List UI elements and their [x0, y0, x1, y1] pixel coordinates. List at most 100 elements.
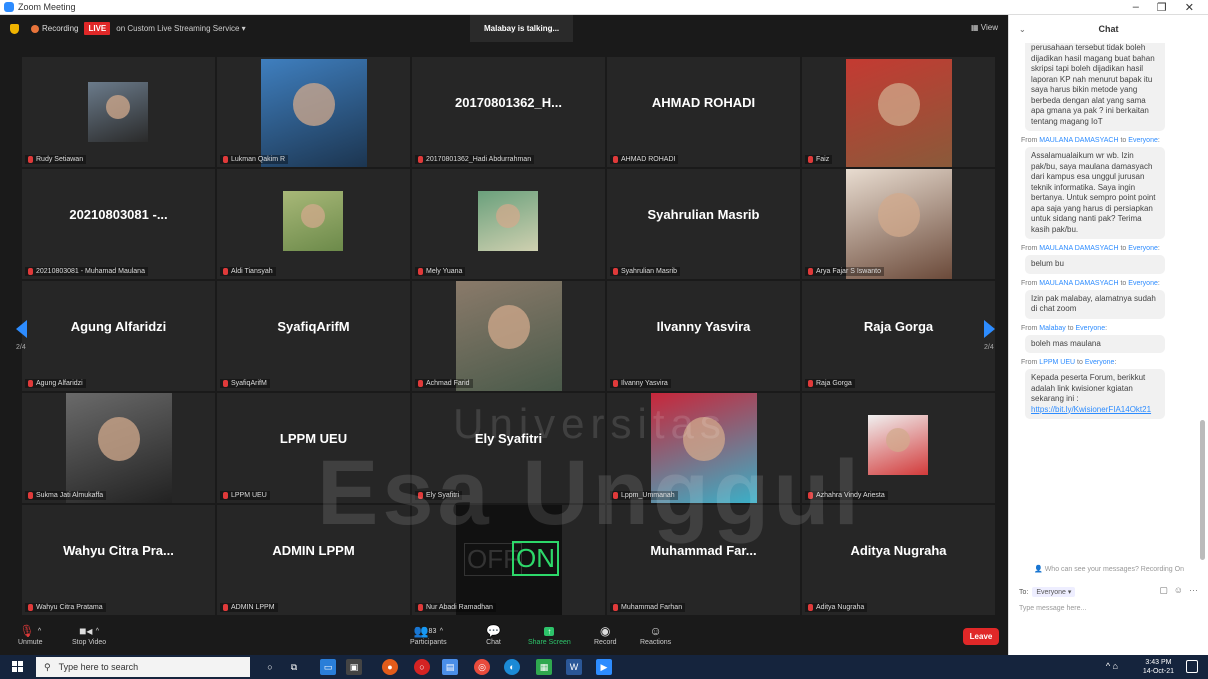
muted-mic-icon: 🎙 — [19, 624, 35, 638]
participant-tile[interactable]: Raja Gorga Raja Gorga — [802, 281, 995, 391]
cortana-icon[interactable]: ○ — [262, 659, 278, 675]
close-icon[interactable]: ✕ — [1185, 1, 1194, 14]
participant-tile[interactable]: AHMAD ROHADI AHMAD ROHADI — [607, 57, 800, 167]
participant-tile[interactable]: Agung Alfaridzi Agung Alfaridzi — [22, 281, 215, 391]
zoom-taskbar-icon[interactable]: ▶ — [596, 659, 612, 675]
participant-tile[interactable]: LPPM UEU LPPM UEU — [217, 393, 410, 503]
participant-tile[interactable]: Syahrulian Masrib Syahrulian Masrib — [607, 169, 800, 279]
recipient-dropdown[interactable]: Everyone ▾ — [1032, 587, 1076, 597]
maximize-icon[interactable]: ❐ — [1157, 1, 1167, 14]
chat-messages: perusahaan tersebut tidak boleh dijadika… — [1009, 43, 1201, 575]
participant-tile[interactable]: Lppm_Ummanah — [607, 393, 800, 503]
participant-tile[interactable]: SyafiqArifM SyafiqArifM — [217, 281, 410, 391]
windows-start-icon[interactable] — [12, 661, 24, 673]
participant-tile[interactable]: Aldi Tiansyah — [217, 169, 410, 279]
file-explorer-icon[interactable]: ▭ — [320, 659, 336, 675]
participant-name-label: Achmad Farid — [415, 379, 473, 388]
record-button[interactable]: ◉ Record — [594, 623, 617, 646]
participant-tile[interactable]: 20170801362_H... 20170801362_Hadi Abdurra… — [412, 57, 605, 167]
muted-mic-icon — [28, 492, 33, 499]
chat-message-sender: From LPPM UEU to Everyone: — [1021, 359, 1117, 366]
participant-tile[interactable]: Muhammad Far... Muhammad Farhan — [607, 505, 800, 615]
chat-header: ⌄ Chat — [1009, 15, 1208, 43]
participant-tile[interactable]: Rudy Setiawan — [22, 57, 215, 167]
chevron-down-icon[interactable]: ⌄ — [1019, 25, 1026, 34]
taskbar-clock[interactable]: 3:43 PM 14-Oct-21 — [1143, 658, 1174, 676]
view-button[interactable]: ▦ View — [971, 23, 998, 32]
record-icon: ◉ — [600, 624, 611, 638]
participant-tile[interactable]: Faiz — [802, 57, 995, 167]
participant-tile[interactable]: Aditya Nugraha Aditya Nugraha — [802, 505, 995, 615]
participant-tile[interactable]: Sukma Jati Almukaffa — [22, 393, 215, 503]
chat-message-sender: From MAULANA DAMASYACH to Everyone: — [1021, 245, 1160, 252]
muted-mic-icon — [808, 604, 813, 611]
chat-input[interactable]: Type message here... — [1019, 605, 1086, 612]
participant-name-label: Lukman Qakim R — [220, 155, 289, 164]
leave-button[interactable]: Leave — [963, 628, 999, 645]
participant-video: OFF ON — [456, 505, 562, 615]
share-screen-button[interactable]: ↑ Share Screen — [528, 623, 571, 646]
muted-mic-icon — [223, 268, 228, 275]
participants-button[interactable]: 👥 83 ^ Participants — [410, 623, 447, 646]
firefox-icon[interactable]: ● — [382, 659, 398, 675]
chat-link[interactable]: https://bit.ly/KwisionerFIA14Okt21 — [1031, 405, 1151, 414]
notification-icon[interactable] — [1186, 660, 1198, 673]
who-can-see-link[interactable]: 👤 Who can see your messages? Recording O… — [1009, 565, 1208, 573]
participant-tile[interactable]: Lukman Qakim R — [217, 57, 410, 167]
participant-tile[interactable]: OFF ON Nur Abadi Ramadhan — [412, 505, 605, 615]
participant-tile[interactable]: ADMIN LPPM ADMIN LPPM — [217, 505, 410, 615]
stop-video-button[interactable]: ■◂ ^ Stop Video — [72, 623, 106, 646]
meeting-top-bar: Recording LIVE on Custom Live Streaming … — [0, 15, 1008, 42]
file-icon[interactable]: ▢ — [1159, 585, 1168, 596]
participant-tile[interactable]: 20210803081 -... 20210803081 - Muhamad Ma… — [22, 169, 215, 279]
live-stream-dropdown[interactable]: on Custom Live Streaming Service ▾ — [116, 24, 245, 33]
participant-tile[interactable]: Ely Syafitri Ely Syafitri — [412, 393, 605, 503]
app-icon[interactable]: ▣ — [346, 659, 362, 675]
participant-tile[interactable]: Mely Yuana — [412, 169, 605, 279]
muted-mic-icon — [808, 156, 813, 163]
previous-page-button[interactable]: 2/4 — [16, 320, 32, 360]
opera-icon[interactable]: ○ — [414, 659, 430, 675]
chrome-icon[interactable]: ◎ — [474, 659, 490, 675]
chat-panel: ⌄ Chat perusahaan tersebut tidak boleh d… — [1008, 15, 1208, 655]
taskbar-search-input[interactable]: ⚲ Type here to search — [36, 657, 250, 677]
spreadsheet-icon[interactable]: ▦ — [536, 659, 552, 675]
participant-display-name: 20170801362_H... — [455, 95, 562, 110]
participant-tile[interactable]: Azhahra Vindy Ariesta — [802, 393, 995, 503]
files-icon[interactable]: ▤ — [442, 659, 458, 675]
emoji-icon[interactable]: ☺ — [1174, 585, 1183, 596]
more-icon[interactable]: ··· — [1189, 585, 1198, 596]
participant-tile[interactable]: Wahyu Citra Pra... Wahyu Citra Pratama — [22, 505, 215, 615]
participant-display-name: AHMAD ROHADI — [651, 95, 756, 110]
chat-button[interactable]: 💬 Chat — [486, 623, 501, 646]
participant-display-name: LPPM UEU — [279, 431, 348, 446]
security-shield-icon[interactable] — [10, 23, 19, 34]
page-indicator-left: 2/4 — [16, 344, 26, 351]
recipient-selector: To: Everyone ▾ — [1019, 587, 1076, 597]
task-view-icon[interactable]: ⧉ — [286, 659, 302, 675]
muted-mic-icon — [613, 492, 618, 499]
participant-video — [478, 191, 538, 251]
participant-tile[interactable]: Arya Fajar S Iswanto — [802, 169, 995, 279]
reactions-button[interactable]: ☺ Reactions — [640, 623, 671, 646]
word-icon[interactable]: W — [566, 659, 582, 675]
minimize-icon[interactable]: – — [1133, 1, 1139, 14]
participant-display-name: Aditya Nugraha — [850, 543, 947, 558]
participant-video — [66, 393, 172, 503]
muted-mic-icon — [613, 380, 618, 387]
next-page-button[interactable]: 2/4 — [984, 320, 1000, 360]
muted-mic-icon — [808, 380, 813, 387]
system-tray[interactable]: ^ ⌂ — [1106, 661, 1118, 671]
participant-name-label: Sukma Jati Almukaffa — [25, 491, 107, 500]
smiley-icon: ☺ — [649, 624, 662, 638]
participant-tile[interactable]: Ilvanny Yasvira Ilvanny Yasvira — [607, 281, 800, 391]
unmute-button[interactable]: 🎙 ^ Unmute — [18, 623, 43, 646]
participant-tile[interactable]: Achmad Farid — [412, 281, 605, 391]
edge-icon[interactable]: ◐ — [504, 659, 520, 675]
participant-video — [88, 82, 148, 142]
chat-scrollbar[interactable] — [1200, 420, 1205, 560]
muted-mic-icon — [418, 156, 423, 163]
participant-name-label: Raja Gorga — [805, 379, 855, 388]
chat-title: Chat — [1098, 24, 1119, 34]
participants-count: 83 — [428, 627, 437, 635]
